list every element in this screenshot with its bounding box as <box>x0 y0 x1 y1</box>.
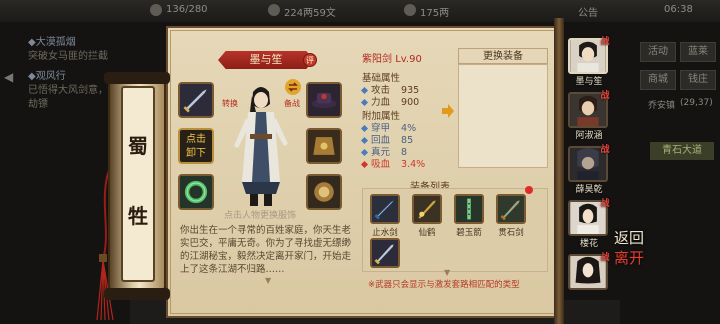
stamina-icon <box>150 4 162 16</box>
unequip-button[interactable]: 点击 卸下 <box>178 128 214 164</box>
character-bio: 你出生在一个寻常的百姓家庭，你天生老实巴交，平庸无奇。你为了寻找虚无缥缈的江湖秘… <box>180 225 352 275</box>
attr-value: 3.4% <box>401 159 426 170</box>
armor-icon <box>308 130 340 162</box>
activity-button[interactable]: 活动 <box>640 42 676 62</box>
unequip-label: 卸下 <box>186 148 206 159</box>
roster-member[interactable]: 战 阿淑涵 <box>566 90 612 141</box>
expand-arrow-icon[interactable]: ◀ <box>4 70 13 84</box>
silver-value: 224两59文 <box>284 8 336 19</box>
equip-item-name: 贯石剑 <box>498 228 524 238</box>
faction-char: 蜀 <box>128 134 148 158</box>
return-button[interactable]: 返回 离开 <box>614 228 644 298</box>
change-equip-preview <box>458 64 548 168</box>
return-label: 返回 <box>614 229 645 247</box>
clock: 06:38 <box>664 4 693 15</box>
roster-name: 楼花 <box>579 239 598 249</box>
location-coord: (29,37) <box>680 98 713 108</box>
hat-icon <box>308 84 340 116</box>
announcement-link[interactable]: 公告 <box>578 4 598 19</box>
equip-item-name: 碧玉箭 <box>456 228 482 238</box>
attr-label: 吸血 <box>371 159 391 170</box>
attr-label: 力血 <box>371 97 391 108</box>
diamond-icon <box>360 160 369 169</box>
faction-plaque: 蜀 牲 <box>121 86 155 282</box>
location-name: 乔安镇 <box>648 101 676 111</box>
equip-item[interactable] <box>412 194 442 224</box>
roster-name: 阿淑涵 <box>575 131 603 141</box>
equipped-indicator <box>525 186 533 194</box>
hero-figure[interactable] <box>226 82 296 210</box>
attr-row: 吸血 3.4% <box>360 156 426 170</box>
equip-item[interactable] <box>370 194 400 224</box>
equip-item-name: 仙鹤 <box>418 228 436 238</box>
weapon-title: 紫阳剑 Lv.90 <box>362 50 422 65</box>
equip-item[interactable] <box>370 238 400 268</box>
diamond-icon <box>360 136 369 145</box>
sword-icon <box>372 196 398 222</box>
scroll-rod <box>554 18 564 324</box>
outfit-hint: 点击人物更换服饰 <box>223 211 296 221</box>
quest-desc: 突破女马匪的拦截 <box>28 51 108 62</box>
battle-tag: 战 <box>600 145 610 155</box>
jade-flute-icon <box>456 196 482 222</box>
roster-member[interactable]: 战 楼花 <box>566 198 612 249</box>
diamond-icon <box>360 148 369 157</box>
weapon-slot[interactable] <box>178 82 214 118</box>
character-name: 墨与笙 <box>218 51 314 69</box>
leave-label: 离开 <box>614 249 645 267</box>
ring-slot[interactable] <box>178 174 214 210</box>
faction-char: 牲 <box>128 204 148 228</box>
silver-icon <box>268 4 280 16</box>
roster-name: 薛昊乾 <box>575 185 603 195</box>
equip-footnote: ※武器只会显示与激发套路相匹配的类型 <box>368 280 520 290</box>
equip-item[interactable] <box>454 194 484 224</box>
review-badge[interactable]: 评 <box>303 53 317 67</box>
shop-button[interactable]: 商城 <box>640 70 676 90</box>
battle-tag: 战 <box>600 37 610 47</box>
equip-item-name: 止水剑 <box>372 228 398 238</box>
roster-name: 墨与笙 <box>575 77 603 87</box>
change-equip-title: 更换装备 <box>458 48 548 64</box>
diamond-icon <box>360 124 369 133</box>
sword-icon <box>372 240 398 266</box>
scroll-down-icon[interactable]: ▼ <box>265 276 271 285</box>
attr-row: 力血 900 <box>360 94 420 108</box>
scroll-down-icon[interactable]: ▼ <box>444 268 450 277</box>
gold-value: 175两 <box>420 8 450 19</box>
roster-member[interactable]: 战 <box>566 252 612 302</box>
map-label[interactable]: 青石大道 <box>650 142 714 160</box>
hat-slot[interactable] <box>306 82 342 118</box>
amulet-icon <box>308 176 340 208</box>
battle-tag: 战 <box>600 253 610 263</box>
battle-tag: 战 <box>600 199 610 209</box>
unequip-label: 点击 <box>186 134 206 145</box>
stamina-value: 136/280 <box>166 4 208 15</box>
gold-icon <box>404 4 416 16</box>
armor-slot[interactable] <box>306 128 342 164</box>
attr-value: 900 <box>401 97 420 108</box>
menu-button[interactable]: 蓝莱 <box>680 42 716 62</box>
equip-item[interactable] <box>496 194 526 224</box>
arrow-right-icon <box>442 104 454 118</box>
crane-sword-icon <box>414 196 440 222</box>
diamond-icon <box>360 98 369 107</box>
sword-icon <box>180 84 212 116</box>
weapon-level: Lv.90 <box>395 54 422 65</box>
roster-member[interactable]: 战 墨与笙 <box>566 36 612 87</box>
accessory-slot[interactable] <box>306 174 342 210</box>
top-resource-bar: 136/280 224两59文 175两 公告 06:38 <box>0 0 720 22</box>
battle-tag: 战 <box>600 91 610 101</box>
roster-member[interactable]: 战 薛昊乾 <box>566 144 612 195</box>
bank-button[interactable]: 钱庄 <box>680 70 716 90</box>
weapon-name: 紫阳剑 <box>362 54 392 65</box>
quest-title: ◆大漠孤烟 <box>28 37 76 48</box>
jade-ring-icon <box>180 176 212 208</box>
diamond-icon <box>360 86 369 95</box>
stone-sword-icon <box>498 196 524 222</box>
